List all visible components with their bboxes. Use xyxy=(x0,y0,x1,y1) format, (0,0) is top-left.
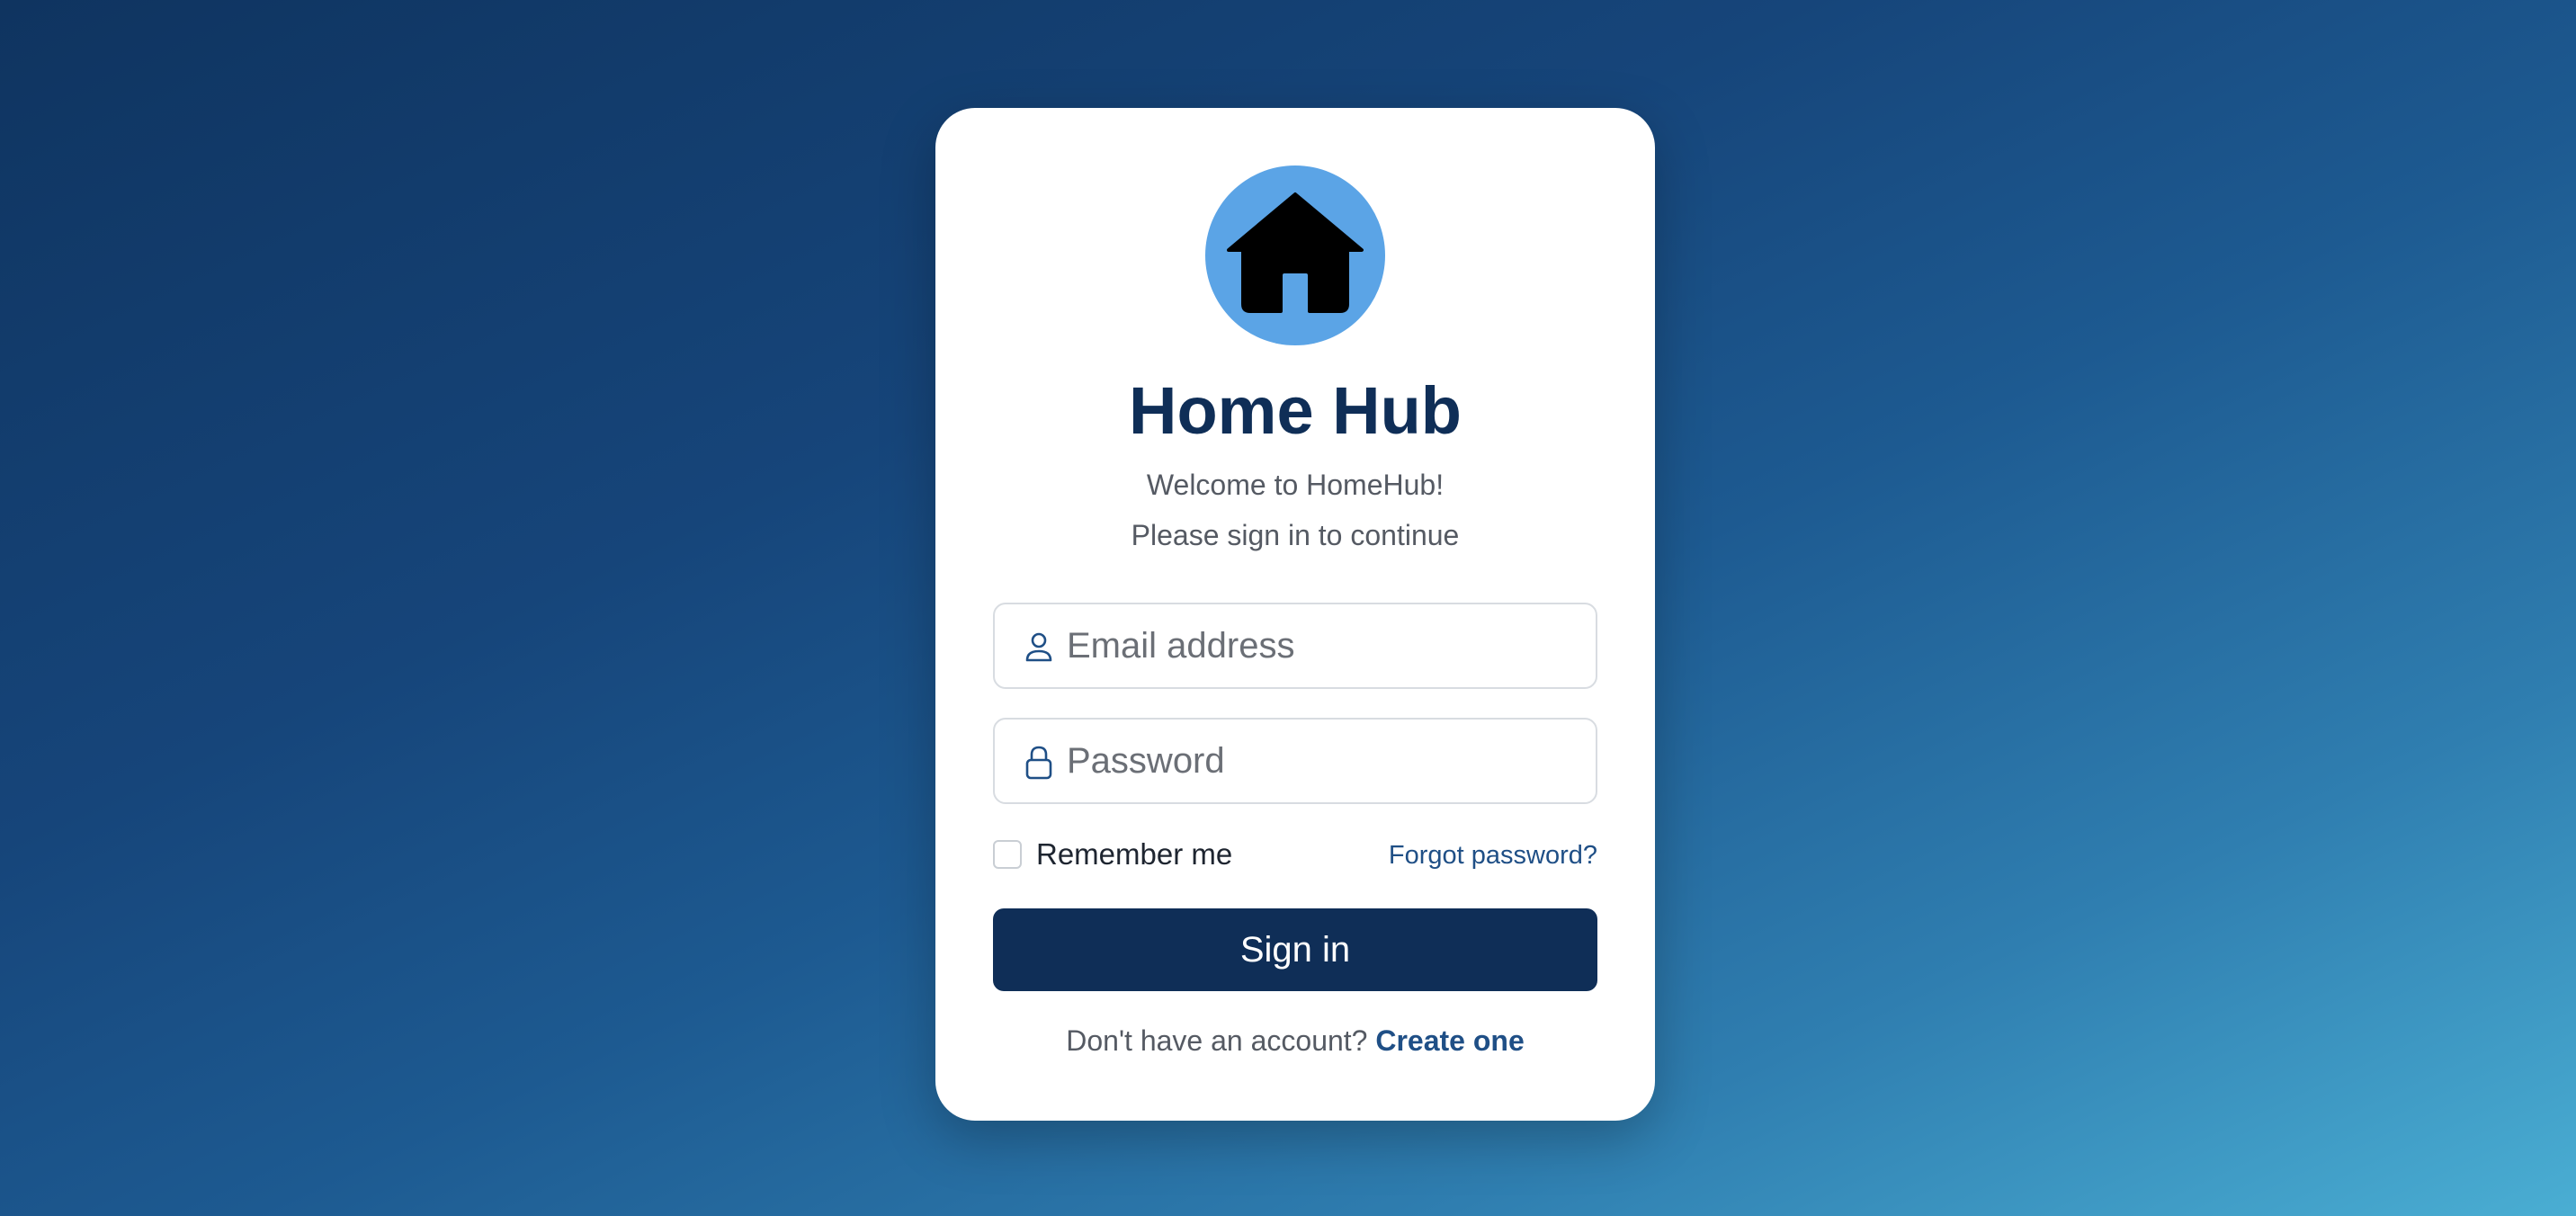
house-icon xyxy=(1227,192,1364,313)
remember-me-checkbox[interactable] xyxy=(993,840,1022,869)
lock-icon xyxy=(1025,746,1052,780)
welcome-text: Welcome to HomeHub! xyxy=(1146,469,1445,501)
email-field[interactable] xyxy=(993,603,1597,689)
forgot-password-link[interactable]: Forgot password? xyxy=(1389,840,1597,872)
app-logo xyxy=(1205,165,1385,345)
remember-me-label[interactable]: Remember me xyxy=(1036,836,1232,872)
signup-prompt: Don't have an account? Create one xyxy=(935,1024,1655,1058)
app-title: Home Hub xyxy=(1129,373,1462,448)
user-icon xyxy=(1025,632,1052,662)
login-card: Home Hub Welcome to HomeHub! Please sign… xyxy=(935,108,1655,1121)
signup-prompt-text: Don't have an account? xyxy=(1066,1024,1368,1057)
signin-subtitle: Please sign in to continue xyxy=(1131,519,1460,551)
password-input[interactable] xyxy=(1067,721,1570,800)
create-account-link[interactable]: Create one xyxy=(1375,1024,1524,1057)
sign-in-button[interactable]: Sign in xyxy=(993,908,1597,991)
password-field[interactable] xyxy=(993,718,1597,804)
email-input[interactable] xyxy=(1067,606,1570,685)
